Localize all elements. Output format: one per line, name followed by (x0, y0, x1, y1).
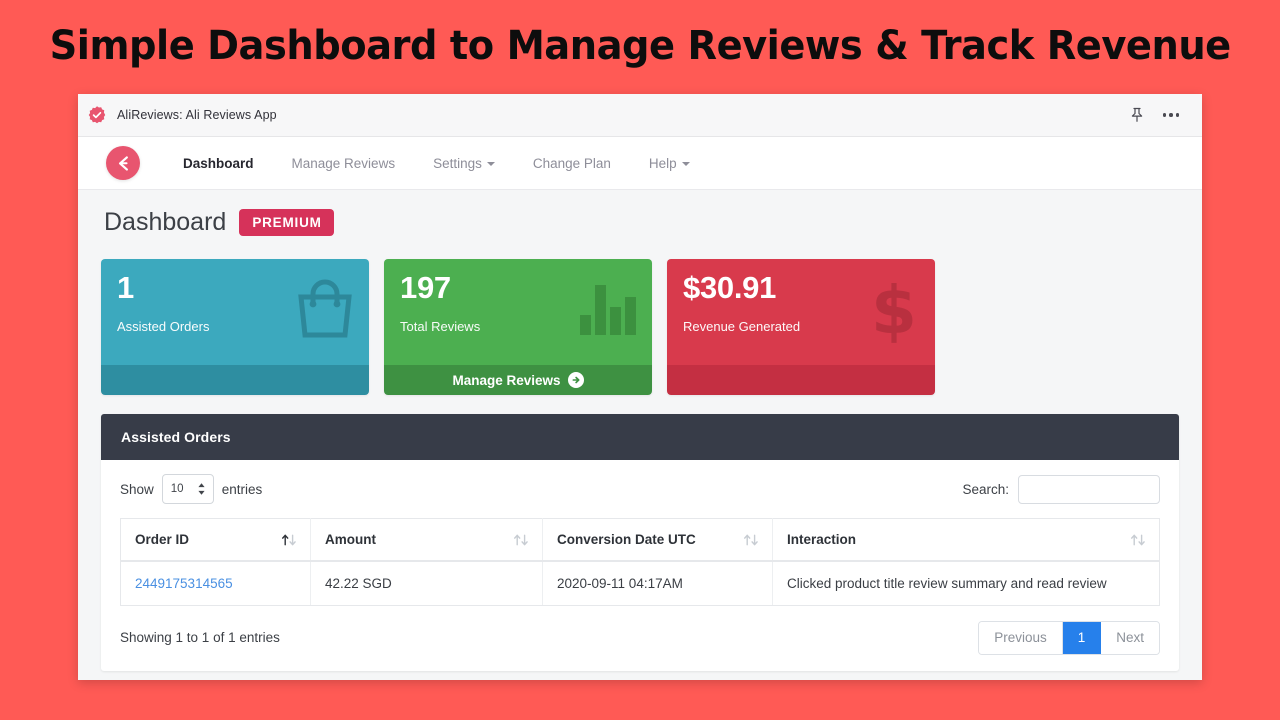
cell-amount: 42.22 SGD (310, 561, 543, 606)
column-header-conversion-date-utc[interactable]: Conversion Date UTC (542, 518, 773, 562)
dollar-sign-icon: $ (865, 272, 923, 349)
show-entries-control: Show 10 entries (120, 474, 262, 504)
ellipsis-icon[interactable] (1158, 102, 1184, 128)
alireviews-logo-icon[interactable] (106, 146, 140, 180)
column-label: Amount (325, 532, 376, 547)
sort-neutral-icon (743, 534, 760, 546)
pagination-next-button[interactable]: Next (1101, 622, 1159, 654)
nav-item-label: Change Plan (532, 155, 611, 171)
order-id-link[interactable]: 2449175314565 (135, 576, 233, 591)
page-header: Dashboard PREMIUM (101, 208, 1179, 237)
sort-neutral-icon (1130, 534, 1147, 546)
assisted-orders-panel: Assisted Orders Show 10 entries Search: … (101, 414, 1179, 671)
cell-order-id: 2449175314565 (120, 561, 311, 606)
shopping-bag-icon (293, 277, 357, 344)
ellipsis-dots (1162, 113, 1180, 117)
nav-item-label: Settings (433, 155, 482, 171)
stat-card-assisted-orders: 1 Assisted Orders (101, 259, 369, 395)
column-label: Conversion Date UTC (557, 532, 696, 547)
column-header-order-id[interactable]: Order ID (120, 518, 311, 562)
arrow-circle-right-icon (567, 372, 584, 388)
panel-body: Show 10 entries Search: Order ID Amount … (101, 460, 1179, 671)
entries-label: entries (221, 481, 263, 497)
table-footer: Showing 1 to 1 of 1 entries Previous 1 N… (120, 621, 1160, 655)
table-row: 2449175314565 42.22 SGD 2020-09-11 04:17… (120, 561, 1160, 606)
table-controls: Show 10 entries Search: (120, 474, 1160, 504)
manage-reviews-link[interactable]: Manage Reviews (452, 372, 584, 388)
stat-card-body: $30.91 Revenue Generated $ (667, 259, 935, 365)
stat-card-revenue-generated: $30.91 Revenue Generated $ (667, 259, 935, 395)
stat-card-row: 1 Assisted Orders 197 Total Reviews Mana… (101, 259, 1179, 395)
column-header-amount[interactable]: Amount (310, 518, 543, 562)
assisted-orders-table: Order ID Amount Conversion Date UTC Inte… (120, 518, 1160, 606)
stat-card-footer[interactable]: Manage Reviews (384, 365, 652, 395)
stat-card-body: 1 Assisted Orders (101, 259, 369, 365)
nav-item-label: Help (648, 155, 677, 171)
nav-item-dashboard[interactable]: Dashboard (164, 152, 273, 175)
pagination-page-1-button[interactable]: 1 (1062, 622, 1102, 654)
column-header-interaction[interactable]: Interaction (772, 518, 1160, 562)
column-label: Interaction (787, 532, 857, 547)
app-name-label: AliReviews: Ali Reviews App (117, 108, 277, 122)
table-header-row: Order ID Amount Conversion Date UTC Inte… (120, 518, 1160, 562)
stepper-icon (197, 483, 206, 496)
page-length-value: 10 (170, 483, 184, 495)
verified-seal-icon (87, 105, 107, 125)
app-window: AliReviews: Ali Reviews App Dashboard Ma… (78, 94, 1202, 680)
stat-card-body: 197 Total Reviews (384, 259, 652, 365)
nav-item-label: Manage Reviews (291, 155, 396, 171)
chevron-down-icon (486, 162, 495, 166)
sort-neutral-icon (513, 534, 530, 546)
page-length-select[interactable]: 10 (161, 474, 214, 504)
page-content: Dashboard PREMIUM 1 Assisted Orders 197 … (78, 190, 1202, 680)
nav-item-help[interactable]: Help (630, 152, 709, 175)
nav-item-settings[interactable]: Settings (414, 152, 514, 175)
chevron-down-icon (681, 162, 690, 166)
table-body: 2449175314565 42.22 SGD 2020-09-11 04:17… (120, 561, 1160, 606)
stat-card-footer (101, 365, 369, 395)
nav-item-label: Dashboard (183, 155, 254, 171)
banner-title: Simple Dashboard to Manage Reviews & Tra… (49, 23, 1231, 69)
main-navbar: Dashboard Manage Reviews Settings Change… (78, 137, 1202, 190)
column-label: Order ID (135, 532, 190, 547)
stat-card-footer (667, 365, 935, 395)
search-input[interactable] (1018, 474, 1160, 504)
nav-item-list: Dashboard Manage Reviews Settings Change… (164, 152, 709, 175)
pagination-previous-button[interactable]: Previous (979, 622, 1063, 654)
bar-chart-icon (578, 277, 640, 342)
entries-info: Showing 1 to 1 of 1 entries (120, 630, 280, 646)
banner: Simple Dashboard to Manage Reviews & Tra… (0, 0, 1280, 92)
app-title-bar: AliReviews: Ali Reviews App (78, 94, 1202, 137)
svg-text:$: $ (871, 277, 917, 343)
cell-interaction: Clicked product title review summary and… (772, 561, 1160, 606)
pin-icon[interactable] (1124, 102, 1150, 128)
premium-badge: PREMIUM (239, 209, 334, 236)
table-head: Order ID Amount Conversion Date UTC Inte… (120, 518, 1160, 562)
show-label: Show (120, 481, 154, 497)
pagination: Previous 1 Next (978, 621, 1160, 655)
cell-conversion-date: 2020-09-11 04:17AM (542, 561, 773, 606)
panel-title: Assisted Orders (101, 414, 1179, 460)
manage-reviews-label: Manage Reviews (452, 372, 561, 388)
search-label: Search: (962, 481, 1009, 497)
search-control: Search: (962, 474, 1160, 504)
nav-item-manage-reviews[interactable]: Manage Reviews (273, 152, 415, 175)
page-title: Dashboard (104, 208, 227, 236)
nav-item-change-plan[interactable]: Change Plan (514, 152, 630, 175)
sort-ascending-icon (281, 534, 298, 546)
stat-card-total-reviews: 197 Total Reviews Manage Reviews (384, 259, 652, 395)
